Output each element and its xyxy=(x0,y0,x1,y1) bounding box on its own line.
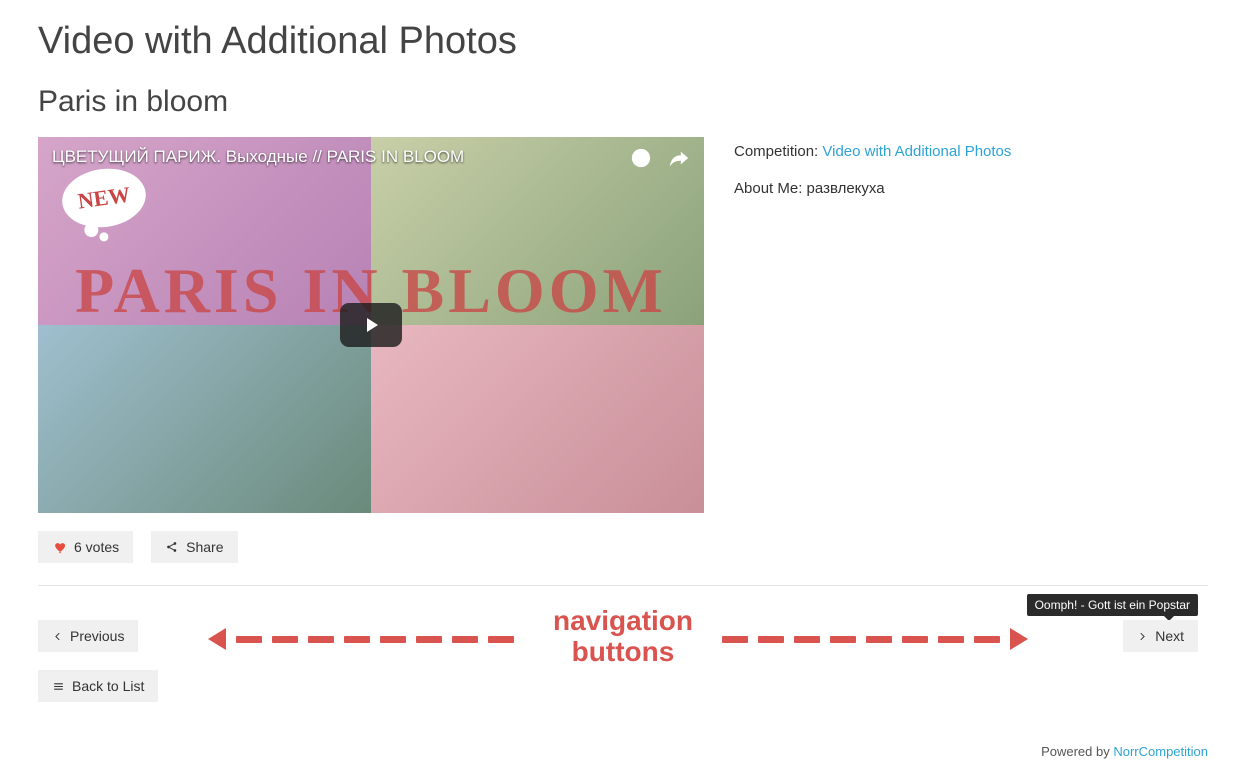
entry-title: Paris in bloom xyxy=(38,85,1208,119)
previous-label: Previous xyxy=(70,628,124,644)
back-to-list-button[interactable]: Back to List xyxy=(38,670,158,702)
annotation-arrow-left xyxy=(208,628,514,650)
share-alt-icon xyxy=(165,540,179,554)
annotation-arrow-right xyxy=(722,628,1028,650)
list-icon xyxy=(52,680,65,693)
action-row: 6 votes Share xyxy=(38,531,704,563)
about-line: About Me: развлекуха xyxy=(734,180,1208,197)
annotation-label: navigation buttons xyxy=(553,606,693,668)
navigation-row: Previous Oomph! - Gott ist ein Popstar N… xyxy=(38,604,1208,684)
chevron-left-icon xyxy=(52,631,63,642)
share-label: Share xyxy=(186,539,223,555)
share-button[interactable]: Share xyxy=(151,531,237,563)
votes-label: 6 votes xyxy=(74,539,119,555)
video-player[interactable]: NEW PARIS IN BLOOM ЦВЕТУЩИЙ ПАРИЖ. Выход… xyxy=(38,137,704,513)
back-label: Back to List xyxy=(72,678,144,694)
competition-line: Competition: Video with Additional Photo… xyxy=(734,143,1208,160)
competition-link[interactable]: Video with Additional Photos xyxy=(822,143,1011,160)
watch-later-icon[interactable] xyxy=(630,147,652,169)
share-icon[interactable] xyxy=(668,147,690,169)
next-label: Next xyxy=(1155,628,1184,644)
video-overlay-title: ЦВЕТУЩИЙ ПАРИЖ. Выходные // PARIS IN BLO… xyxy=(52,147,604,167)
content-row: NEW PARIS IN BLOOM ЦВЕТУЩИЙ ПАРИЖ. Выход… xyxy=(38,137,1208,563)
next-tooltip: Oomph! - Gott ist ein Popstar xyxy=(1027,594,1198,616)
page-title: Video with Additional Photos xyxy=(38,20,1208,63)
chevron-right-icon xyxy=(1137,631,1148,642)
about-value: развлекуха xyxy=(807,180,885,197)
play-button[interactable] xyxy=(340,303,402,347)
divider xyxy=(38,585,1208,586)
heart-icon xyxy=(52,540,67,555)
about-label: About Me: xyxy=(734,180,807,197)
previous-button[interactable]: Previous xyxy=(38,620,138,652)
next-button[interactable]: Next xyxy=(1123,620,1198,652)
video-column: NEW PARIS IN BLOOM ЦВЕТУЩИЙ ПАРИЖ. Выход… xyxy=(38,137,704,563)
meta-column: Competition: Video with Additional Photo… xyxy=(734,137,1208,217)
votes-button[interactable]: 6 votes xyxy=(38,531,133,563)
competition-label: Competition: xyxy=(734,143,822,160)
